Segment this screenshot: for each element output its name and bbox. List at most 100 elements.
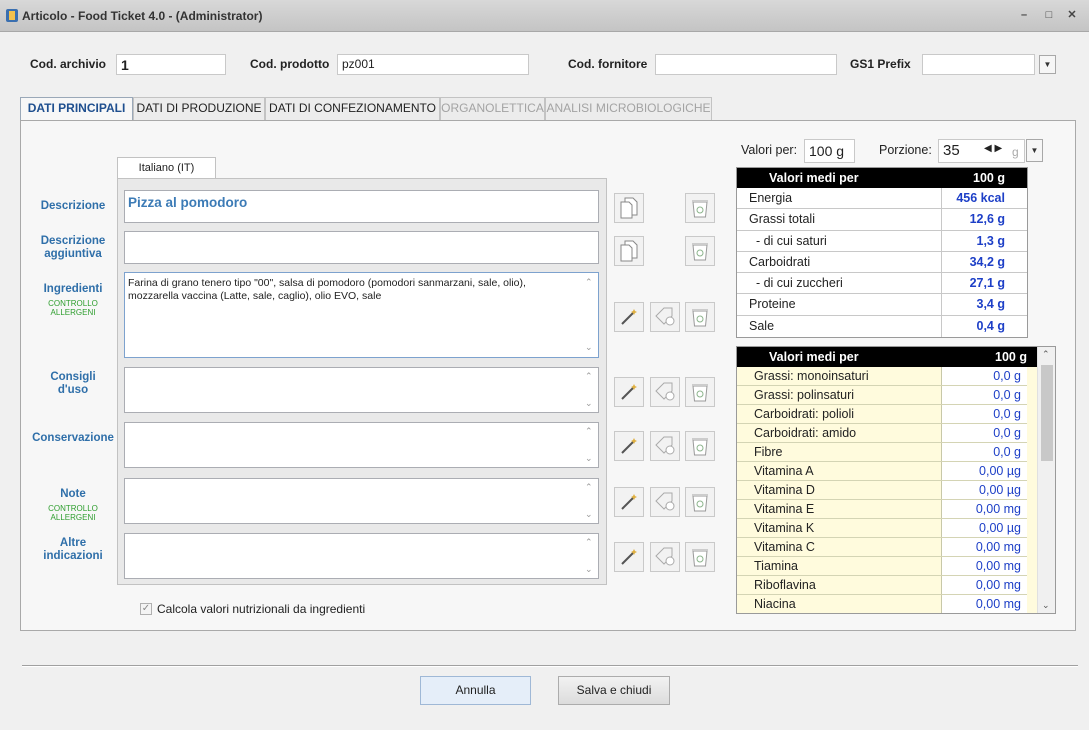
wand-note-button[interactable] <box>614 487 644 517</box>
note-allergeni-line2: ALLERGENI <box>50 513 96 522</box>
ingredienti-scrollbar[interactable]: ⌃ ⌄ <box>582 273 598 357</box>
calcola-valori-label[interactable]: Calcola valori nutrizionali da ingredien… <box>157 602 365 616</box>
scroll-up-icon[interactable]: ⌃ <box>585 537 593 548</box>
tab-dati-principali[interactable]: DATI PRINCIPALI <box>20 97 133 121</box>
tag-altre-button[interactable] <box>650 542 680 572</box>
nutrition-name: - di cui saturi <box>737 230 942 251</box>
close-icon[interactable]: ✕ <box>1064 8 1080 22</box>
nutrition-extra-value[interactable]: 0,00 µg <box>942 462 1027 480</box>
salva-e-chiudi-button[interactable]: Salva e chiudi <box>558 676 670 705</box>
nutrition-extra-value[interactable]: 0,00 µg <box>942 519 1027 537</box>
clear-descrizione-button[interactable] <box>685 193 715 223</box>
wand-consigli-button[interactable] <box>614 377 644 407</box>
magic-wand-icon <box>621 309 637 325</box>
scroll-up-icon[interactable]: ⌃ <box>585 482 593 493</box>
conservazione-textarea[interactable]: ⌃ ⌄ <box>124 422 599 468</box>
clear-ingredienti-button[interactable] <box>685 302 715 332</box>
gs1-prefix-field[interactable] <box>922 54 1035 75</box>
cod-fornitore-field[interactable] <box>655 54 837 75</box>
ingredienti-allergeni-link[interactable]: CONTROLLO ALLERGENI <box>28 299 118 317</box>
altre-scrollbar[interactable]: ⌃ ⌄ <box>582 534 598 578</box>
nutrition-extra-value[interactable]: 0,00 mg <box>942 538 1027 556</box>
scroll-down-icon[interactable]: ⌄ <box>585 342 593 353</box>
nutrition-extra-value[interactable]: 0,00 mg <box>942 500 1027 518</box>
scroll-down-icon[interactable]: ⌄ <box>585 398 593 409</box>
altre-indicazioni-textarea[interactable]: ⌃ ⌄ <box>124 533 599 579</box>
valori-per-field[interactable]: 100 g <box>804 139 855 163</box>
nutrition-name: Sale <box>737 315 942 338</box>
consigli-uso-textarea[interactable]: ⌃ ⌄ <box>124 367 599 413</box>
nutrition-extra-name: Niacina <box>737 595 942 613</box>
scroll-thumb[interactable] <box>1041 365 1053 461</box>
wand-ingredienti-button[interactable] <box>614 302 644 332</box>
nutrition-extra-value[interactable]: 0,0 g <box>942 405 1027 423</box>
porzione-dropdown-button[interactable]: ▼ <box>1026 139 1043 162</box>
magic-wand-icon <box>621 438 637 454</box>
consigli-label-line2: d'uso <box>57 384 89 396</box>
recycle-bin-icon <box>692 200 708 218</box>
annulla-button[interactable]: Annulla <box>420 676 531 705</box>
clear-consigli-button[interactable] <box>685 377 715 407</box>
clear-descrizione-aggiuntiva-button[interactable] <box>685 236 715 266</box>
window-title: Articolo - Food Ticket 4.0 - (Administra… <box>22 9 263 23</box>
nutrition-name: Carboidrati <box>737 251 942 273</box>
note-textarea[interactable]: ⌃ ⌄ <box>124 478 599 524</box>
note-allergeni-line1: CONTROLLO <box>48 504 98 513</box>
nutrition-extra-value[interactable]: 0,00 µg <box>942 481 1027 499</box>
consigli-label-line1: Consigli <box>50 371 96 383</box>
nutrition-extra-value[interactable]: 0,00 mg <box>942 576 1027 594</box>
descrizione-aggiuntiva-input[interactable] <box>124 231 599 264</box>
nutrition-name: Energia <box>737 188 942 209</box>
nutrition-extra-value[interactable]: 0,0 g <box>942 424 1027 442</box>
note-scrollbar[interactable]: ⌃ ⌄ <box>582 479 598 523</box>
nutrition-extra-name: Tiamina <box>737 557 942 575</box>
bottom-separator <box>22 665 1078 667</box>
tag-ingredienti-button[interactable] <box>650 302 680 332</box>
tag-consigli-button[interactable] <box>650 377 680 407</box>
scroll-down-icon[interactable]: ⌄ <box>585 509 593 520</box>
cod-archivio-field[interactable]: 1 <box>116 54 226 75</box>
nutrition-extra-value[interactable]: 0,0 g <box>942 386 1027 404</box>
maximize-icon[interactable]: □ <box>1041 8 1057 22</box>
tag-conservazione-button[interactable] <box>650 431 680 461</box>
tag-note-button[interactable] <box>650 487 680 517</box>
scroll-up-icon[interactable]: ⌃ <box>585 277 593 288</box>
scroll-down-icon[interactable]: ⌄ <box>1042 600 1050 611</box>
scroll-up-icon[interactable]: ⌃ <box>585 426 593 437</box>
scroll-down-icon[interactable]: ⌄ <box>585 564 593 575</box>
cod-fornitore-label: Cod. fornitore <box>568 57 648 71</box>
calcola-valori-checkbox[interactable]: ✓ <box>140 603 152 615</box>
scroll-down-icon[interactable]: ⌄ <box>585 453 593 464</box>
ingredienti-textarea[interactable]: Farina di grano tenero tipo "00", salsa … <box>124 272 599 358</box>
nutrition-extra-value[interactable]: 0,00 mg <box>942 595 1027 613</box>
scroll-up-icon[interactable]: ⌃ <box>585 371 593 382</box>
gs1-dropdown-button[interactable]: ▼ <box>1039 55 1056 74</box>
conservazione-label: Conservazione <box>32 432 114 444</box>
clear-altre-button[interactable] <box>685 542 715 572</box>
descrizione-input[interactable]: Pizza al pomodoro <box>124 190 599 223</box>
language-tab-italiano[interactable]: Italiano (IT) <box>117 157 216 179</box>
conservazione-scrollbar[interactable]: ⌃ ⌄ <box>582 423 598 467</box>
tab-organolettica: ORGANOLETTICA <box>440 97 545 120</box>
nutrition-extra-value[interactable]: 0,00 mg <box>942 557 1027 575</box>
clear-conservazione-button[interactable] <box>685 431 715 461</box>
nutrition-extra-value[interactable]: 0,0 g <box>942 443 1027 461</box>
note-label-text: Note <box>60 488 86 500</box>
copy-descrizione-aggiuntiva-button[interactable] <box>614 236 644 266</box>
scroll-up-icon[interactable]: ⌃ <box>1042 349 1050 360</box>
consigli-scrollbar[interactable]: ⌃ ⌄ <box>582 368 598 412</box>
nutrition-extra-row: Carboidrati: polioli 0,0 g <box>737 405 1027 424</box>
copy-descrizione-button[interactable] <box>614 193 644 223</box>
wand-altre-button[interactable] <box>614 542 644 572</box>
note-allergeni-link[interactable]: CONTROLLO ALLERGENI <box>28 504 118 522</box>
altre-label-line1: Altre <box>59 537 87 549</box>
nutrition-extra-value[interactable]: 0,0 g <box>942 367 1027 385</box>
minimize-icon[interactable]: – <box>1016 8 1032 22</box>
wand-conservazione-button[interactable] <box>614 431 644 461</box>
porzione-stepper[interactable]: ◀ ▶ <box>984 143 1002 154</box>
clear-note-button[interactable] <box>685 487 715 517</box>
tab-dati-di-produzione[interactable]: DATI DI PRODUZIONE <box>133 97 265 120</box>
cod-prodotto-field[interactable]: pz001 <box>337 54 529 75</box>
tab-dati-di-confezionamento[interactable]: DATI DI CONFEZIONAMENTO <box>265 97 440 120</box>
nutrition-extra-scrollbar[interactable]: ⌃ ⌄ <box>1037 347 1055 613</box>
